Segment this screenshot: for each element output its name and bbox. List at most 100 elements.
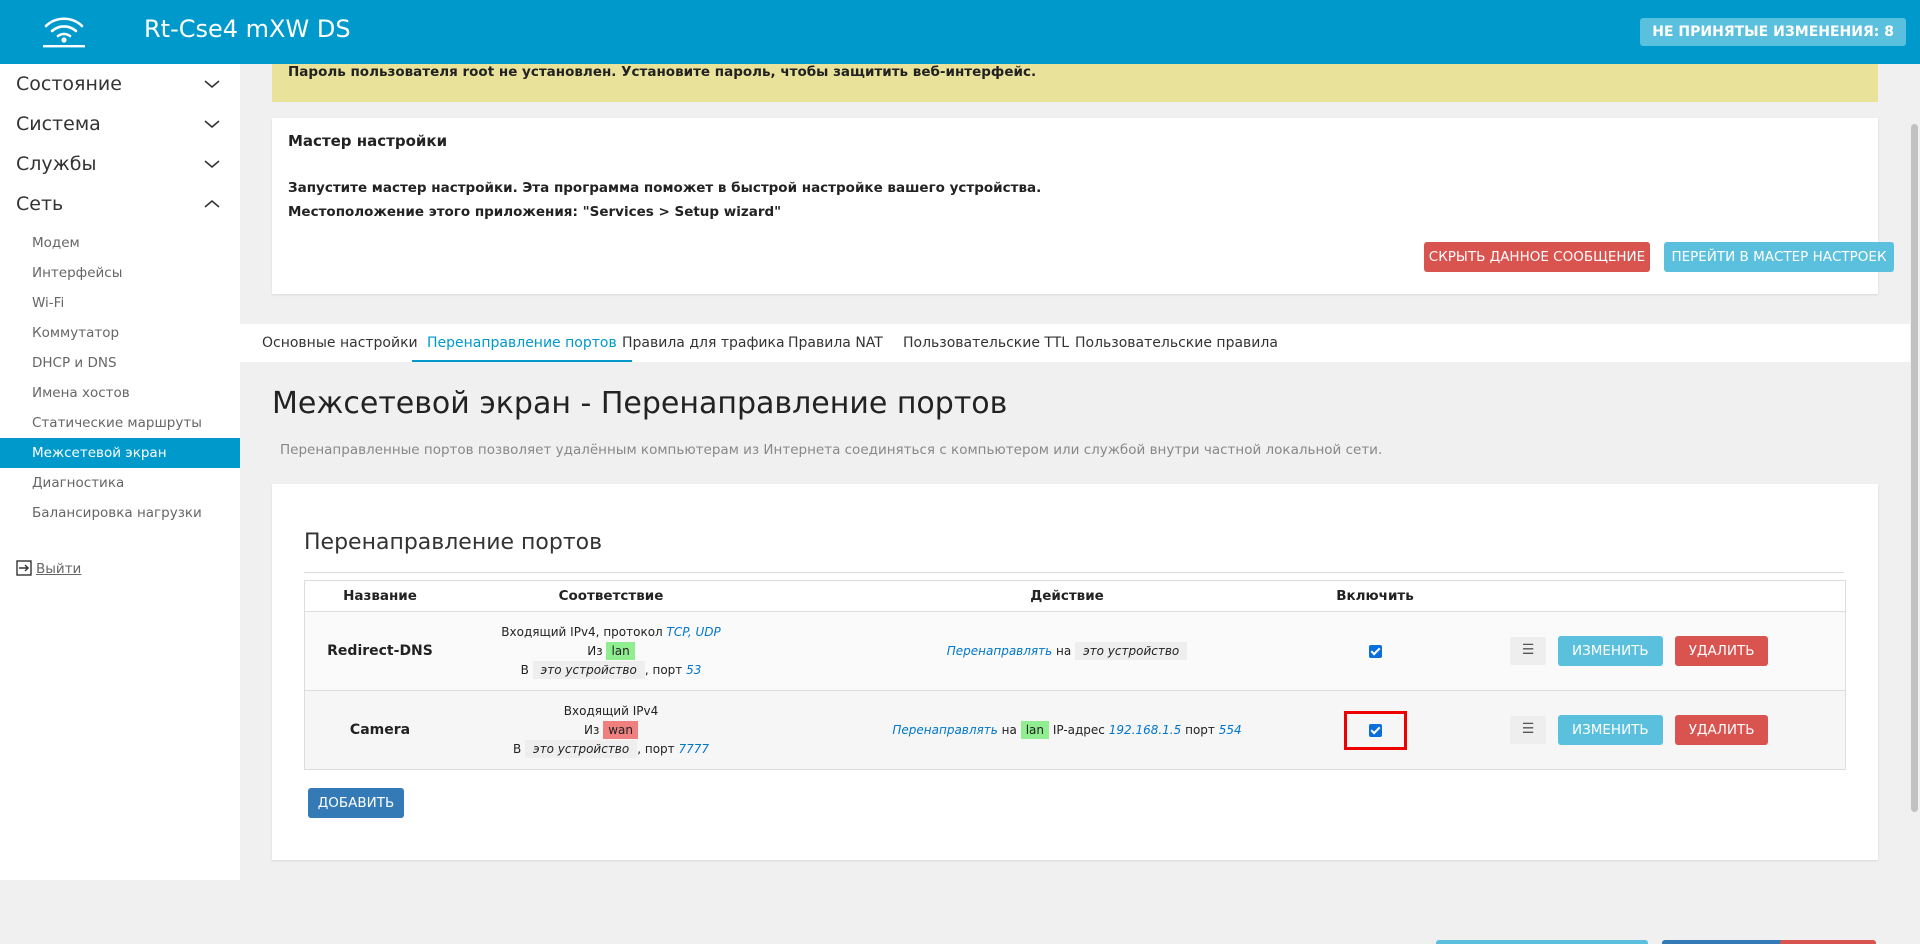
menu-system[interactable]: Система <box>0 104 240 144</box>
sidebar-item-hostnames[interactable]: Имена хостов <box>0 378 240 408</box>
column-match: Соответствие <box>558 588 664 604</box>
chevron-down-icon <box>204 160 220 169</box>
tab-custom-rules[interactable]: Пользовательские правила <box>1075 324 1278 362</box>
edit-button[interactable]: ИЗМЕНИТЬ <box>1558 715 1663 745</box>
sidebar-item-static-routes[interactable]: Статические маршруты <box>0 408 240 438</box>
delete-button[interactable]: УДАЛИТЬ <box>1674 715 1769 745</box>
chevron-down-icon <box>204 80 220 89</box>
brand-title[interactable]: Rt-Cse4 mXW DS <box>144 15 351 43</box>
drag-handle-icon[interactable]: ☰ <box>1510 716 1546 744</box>
page-description: Перенаправленные портов позволяет удалён… <box>280 442 1383 458</box>
footer-button-peek[interactable] <box>1436 940 1648 944</box>
sidebar-item-interfaces[interactable]: Интерфейсы <box>0 258 240 288</box>
rule-actions: ☰ ИЗМЕНИТЬ УДАЛИТЬ <box>1510 612 1845 690</box>
match-protocol[interactable]: TCP, UDP <box>667 625 721 639</box>
sidebar-item-switch[interactable]: Коммутатор <box>0 318 240 348</box>
zone-badge-wan: wan <box>603 720 638 739</box>
wizard-description: Запустите мастер настройки. Эта программ… <box>288 180 1042 196</box>
rule-action: Перенаправлять на lan IP-адрес 192.168.1… <box>767 691 1367 769</box>
tab-nat-rules[interactable]: Правила NAT <box>788 324 883 362</box>
sidebar-item-modem[interactable]: Модем <box>0 228 240 258</box>
open-wizard-button[interactable]: ПЕРЕЙТИ В МАСТЕР НАСТРОЕК <box>1664 242 1894 272</box>
sidebar-item-wifi[interactable]: Wi-Fi <box>0 288 240 318</box>
action-verb[interactable]: Перенаправлять <box>947 644 1052 658</box>
column-enable: Включить <box>1336 588 1414 604</box>
add-rule-button[interactable]: ДОБАВИТЬ <box>308 788 404 818</box>
table-row: Redirect-DNS Входящий IPv4, протокол TCP… <box>305 612 1845 691</box>
target-port-value[interactable]: 554 <box>1219 723 1242 737</box>
rule-enable <box>1305 612 1445 690</box>
menu-label: Сеть <box>16 193 64 215</box>
tab-custom-ttl[interactable]: Пользовательские TTL <box>903 324 1069 362</box>
port-label: , порт <box>644 662 683 677</box>
from-label: Из <box>584 722 600 737</box>
rule-actions: ☰ ИЗМЕНИТЬ УДАЛИТЬ <box>1510 691 1845 769</box>
setup-wizard-panel: Мастер настройки Запустите мастер настро… <box>272 118 1894 294</box>
drag-handle-icon[interactable]: ☰ <box>1510 637 1546 665</box>
sidebar-item-firewall[interactable]: Межсетевой экран <box>0 438 240 468</box>
wizard-location: Местоположение этого приложения: "Servic… <box>288 204 782 220</box>
unsaved-changes-badge[interactable]: НЕ ПРИНЯТЫЕ ИЗМЕНЕНИЯ: 8 <box>1640 18 1906 46</box>
menu-label: Система <box>16 113 101 135</box>
to-label: В <box>512 741 522 756</box>
port-value[interactable]: 53 <box>686 663 701 677</box>
logout-link[interactable]: Выйти <box>16 560 81 577</box>
menu-network[interactable]: Сеть <box>0 184 240 224</box>
tab-traffic-rules[interactable]: Правила для трафика <box>622 324 785 362</box>
logout-icon <box>16 560 32 576</box>
rule-name: Redirect-DNS <box>327 643 433 659</box>
menu-label: Службы <box>16 153 97 175</box>
tab-general[interactable]: Основные настройки <box>262 324 418 362</box>
network-submenu: Модем Интерфейсы Wi-Fi Коммутатор DHCP и… <box>0 228 240 528</box>
rule-name: Camera <box>349 722 411 738</box>
rule-enable <box>1305 691 1445 769</box>
port-label: , порт <box>637 741 675 756</box>
scrollbar-thumb[interactable] <box>1911 124 1918 812</box>
section-divider <box>304 572 1844 573</box>
destination-badge: это устройство <box>525 739 638 758</box>
sidebar-item-load-balancing[interactable]: Балансировка нагрузки <box>0 498 240 528</box>
action-target-badge: это устройство <box>1075 642 1188 660</box>
edit-button[interactable]: ИЗМЕНИТЬ <box>1558 636 1663 666</box>
rule-match: Входящий IPv4 Из wan В это устройство, п… <box>455 691 767 769</box>
password-warning-text: Пароль пользователя root не установлен. … <box>288 64 1037 80</box>
wifi-logo-icon[interactable] <box>40 14 88 50</box>
sidebar-item-diagnostics[interactable]: Диагностика <box>0 468 240 498</box>
action-on-label: на <box>1001 723 1017 737</box>
menu-services[interactable]: Службы <box>0 144 240 184</box>
hide-message-button[interactable]: СКРЫТЬ ДАННОЕ СООБЩЕНИЕ <box>1424 242 1650 272</box>
sidebar-item-dhcp-dns[interactable]: DHCP и DNS <box>0 348 240 378</box>
top-header: Rt-Cse4 mXW DS НЕ ПРИНЯТЫЕ ИЗМЕНЕНИЯ: 8 <box>0 0 1920 64</box>
column-action: Действие <box>1030 588 1104 604</box>
firewall-tabs: Основные настройки Перенаправление порто… <box>240 324 1920 362</box>
enable-checkbox[interactable] <box>1368 644 1382 658</box>
page-title: Межсетевой экран - Перенаправление порто… <box>272 386 1008 421</box>
zone-badge-lan: lan <box>606 641 635 660</box>
target-port-label: порт <box>1185 723 1215 737</box>
enable-checkbox[interactable] <box>1368 723 1382 737</box>
ip-value[interactable]: 192.168.1.5 <box>1109 723 1182 737</box>
action-verb[interactable]: Перенаправлять <box>892 723 997 737</box>
wizard-title: Мастер настройки <box>288 132 448 150</box>
password-warning: Пароль пользователя root не установлен. … <box>272 64 1878 102</box>
logout-label: Выйти <box>36 561 82 577</box>
tab-port-forwarding[interactable]: Перенаправление портов <box>412 324 632 362</box>
table-row: Camera Входящий IPv4 Из wan В это устрой… <box>305 691 1845 769</box>
zone-badge-lan: lan <box>1020 721 1049 739</box>
action-on-label: на <box>1056 644 1072 658</box>
highlight-box <box>1343 710 1407 750</box>
menu-label: Состояние <box>16 73 122 95</box>
menu-status[interactable]: Состояние <box>0 64 240 104</box>
match-protocol-prefix: Входящий IPv4 <box>563 703 659 718</box>
port-value[interactable]: 7777 <box>678 742 709 756</box>
destination-badge: это устройство <box>532 660 645 679</box>
page-scrollbar[interactable] <box>1910 64 1920 880</box>
rule-action: Перенаправлять на это устройство <box>767 612 1367 690</box>
footer-button-peek[interactable] <box>1780 940 1876 944</box>
table-header: Название Соответствие Действие Включить <box>305 581 1845 612</box>
footer-button-peek[interactable] <box>1662 940 1784 944</box>
match-protocol-prefix: Входящий IPv4, протокол <box>501 624 663 639</box>
to-label: В <box>520 662 529 677</box>
section-title: Перенаправление портов <box>304 530 603 555</box>
delete-button[interactable]: УДАЛИТЬ <box>1674 636 1769 666</box>
